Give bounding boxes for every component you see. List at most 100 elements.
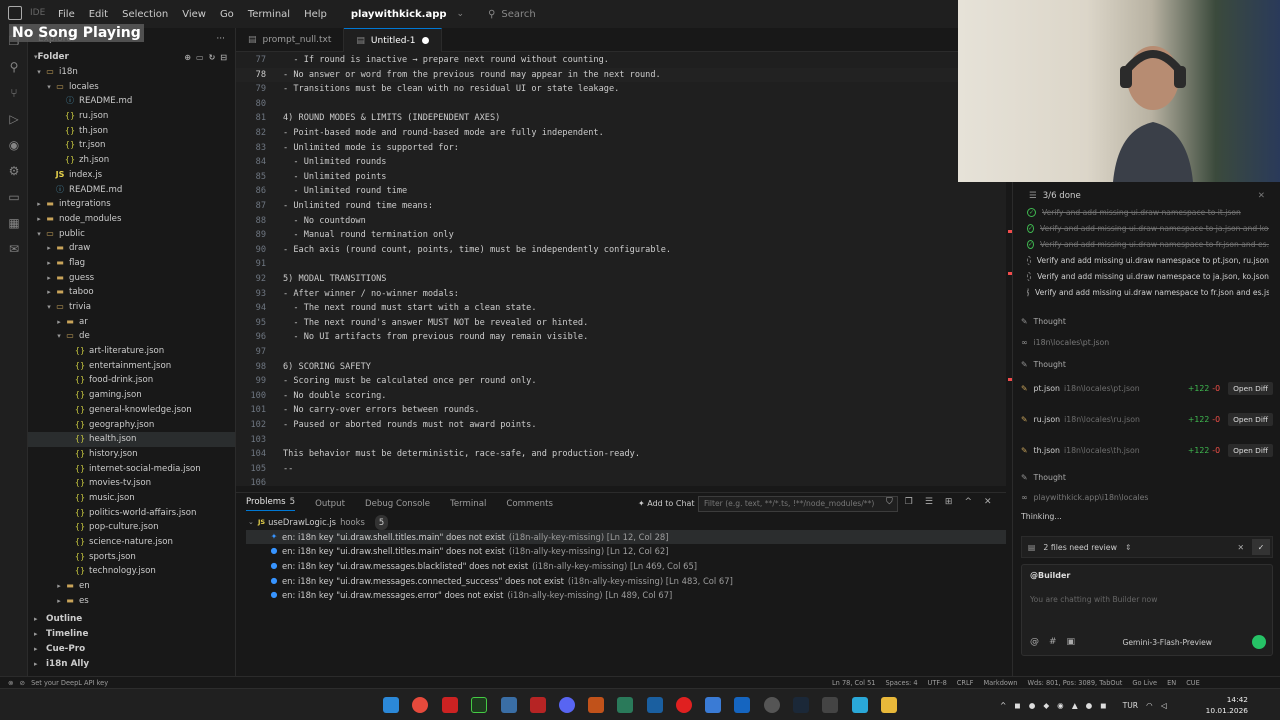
tree-file[interactable]: ⓘ README.md [28, 94, 235, 109]
tree-file[interactable]: {} entertainment.json [28, 359, 235, 374]
tree-file[interactable]: {} general-knowledge.json [28, 403, 235, 418]
status-item[interactable]: EN [1167, 679, 1176, 687]
github-icon[interactable] [764, 697, 780, 713]
todo-item[interactable]: ✓ Verify and add missing ui.draw namespac… [1023, 204, 1269, 220]
close-icon[interactable]: ✕ [1237, 543, 1244, 552]
tree-folder[interactable]: ▸ ▬ node_modules [28, 212, 235, 227]
close-icon[interactable]: ✕ [1258, 191, 1265, 201]
code-line[interactable]: 90 - Each axis (round count, points, time… [236, 243, 996, 258]
problem-row[interactable]: ● en: i18n key "ui.draw.messages.error" d… [246, 588, 1006, 603]
tree-file[interactable]: ⓘ README.md [28, 183, 235, 198]
code-line[interactable]: 98 6) SCORING SAFETY [236, 360, 996, 375]
todo-item[interactable]: ✓ Verify and add missing ui.draw namespac… [1023, 220, 1269, 236]
more-actions-icon[interactable]: ··· [216, 34, 225, 44]
problem-row[interactable]: ✦ en: i18n key "ui.draw.shell.titles.main… [246, 529, 1006, 545]
menu-help[interactable]: Help [304, 9, 327, 20]
language-indicator[interactable]: TUR [1123, 701, 1138, 710]
code-line[interactable]: 104 This behavior must be deterministic, … [236, 447, 996, 462]
tree-file[interactable]: {} science-nature.json [28, 535, 235, 550]
collapse-all-icon[interactable]: ⊟ [220, 50, 227, 65]
tree-folder[interactable]: ▸ ▬ ar [28, 315, 235, 330]
open-diff-button[interactable]: Open Diff [1228, 443, 1273, 457]
tray-app-icon[interactable]: ◼ [1014, 701, 1020, 710]
open-diff-button[interactable]: Open Diff [1228, 381, 1273, 395]
problems-filter-input[interactable]: Filter (e.g. text, **/*.ts, !**/node_mod… [698, 496, 898, 512]
section-timeline[interactable]: ▸ Timeline [28, 627, 235, 642]
problem-row[interactable]: ● en: i18n key "ui.draw.messages.blacklis… [246, 559, 1006, 574]
tree-folder[interactable]: ▸ ▬ en [28, 579, 235, 594]
code-line[interactable]: 88 - No countdown [236, 214, 996, 229]
tray-app-icon[interactable]: ● [1029, 701, 1036, 710]
tree-file[interactable]: {} ru.json [28, 109, 235, 124]
vivaldi-icon[interactable] [442, 697, 458, 713]
accept-button[interactable]: ✓ [1252, 539, 1270, 555]
tree-file[interactable]: {} politics-world-affairs.json [28, 506, 235, 521]
edge-icon[interactable] [734, 697, 750, 713]
new-folder-icon[interactable]: ▭ [196, 50, 204, 65]
status-item[interactable]: UTF-8 [928, 679, 947, 687]
hash-icon[interactable]: # [1049, 637, 1057, 647]
code-line[interactable]: 83 - Unlimited mode is supported for: [236, 141, 996, 156]
project-name[interactable]: playwithkick.app [351, 9, 447, 20]
tree-file[interactable]: {} technology.json [28, 564, 235, 579]
tree-file[interactable]: {} geography.json [28, 418, 235, 433]
todo-item[interactable]: Verify and add missing ui.draw namespace… [1023, 284, 1269, 300]
section-outline[interactable]: ▸ Outline [28, 612, 235, 627]
menu-terminal[interactable]: Terminal [248, 9, 290, 20]
illustrator-icon[interactable] [588, 697, 604, 713]
tree-folder[interactable]: ▸ ▬ taboo [28, 285, 235, 300]
thought-row[interactable]: ✎ Thought [1021, 314, 1273, 328]
code-line[interactable]: 77 - If round is inactive → prepare next… [236, 53, 996, 68]
problem-row[interactable]: ● en: i18n key "ui.draw.messages.connecte… [246, 574, 1006, 589]
terminal-icon[interactable] [471, 697, 487, 713]
extensions-icon[interactable]: ▦ [0, 210, 28, 236]
search-icon[interactable]: ⚲ [0, 54, 28, 80]
tree-folder[interactable]: ▾ ▭ public [28, 227, 235, 242]
tree-folder[interactable]: ▾ ▭ trivia [28, 300, 235, 315]
open-diff-button[interactable]: Open Diff [1228, 412, 1273, 426]
code-line[interactable]: 94 - The next round must start with a cl… [236, 301, 996, 316]
code-line[interactable]: 91 [236, 257, 996, 272]
editor-tab[interactable]: ▤ prompt_null.txt [236, 28, 345, 52]
chrome-icon[interactable] [412, 697, 428, 713]
status-item[interactable]: Go Live [1132, 679, 1157, 687]
menu-selection[interactable]: Selection [122, 9, 168, 20]
tree-folder[interactable]: ▸ ▬ es [28, 594, 235, 609]
tray-app-icon[interactable]: ◆ [1043, 701, 1049, 710]
panel-tab-terminal[interactable]: Terminal [450, 499, 486, 509]
code-line[interactable]: 106 [236, 476, 996, 486]
volume-icon[interactable]: ◁ [1161, 701, 1167, 710]
vscode-icon[interactable] [501, 697, 517, 713]
status-item[interactable]: Markdown [983, 679, 1017, 687]
record-icon[interactable] [676, 697, 692, 713]
problem-file-group[interactable]: ⌄ JS useDrawLogic.js hooks 5 [246, 515, 1006, 530]
steam-icon[interactable] [793, 697, 809, 713]
code-line[interactable]: 81 4) ROUND MODES & LIMITS (INDEPENDENT A… [236, 111, 996, 126]
code-line[interactable]: 105 -- [236, 462, 996, 477]
code-line[interactable]: 78 - No answer or word from the previous … [236, 67, 996, 83]
tree-folder[interactable]: ▾ ▭ i18n [28, 65, 235, 80]
tree-folder[interactable]: ▾ ▭ locales [28, 80, 235, 95]
tree-file[interactable]: {} food-drink.json [28, 373, 235, 388]
tree-file[interactable]: {} zh.json [28, 153, 235, 168]
source-control-icon[interactable]: ⑂ [0, 80, 28, 106]
code-line[interactable]: 84 - Unlimited rounds [236, 155, 996, 170]
code-line[interactable]: 82 - Point-based mode and round-based mod… [236, 126, 996, 141]
maximize-icon[interactable]: ^ [964, 497, 972, 507]
unsaved-dot-icon[interactable] [421, 37, 429, 44]
run-debug-icon[interactable]: ▷ [0, 106, 28, 132]
changed-file-row[interactable]: ✎ ru.json i18n\locales\ru.json +122 -0 Open D… [1021, 410, 1273, 428]
file-ref-row[interactable]: ∞ i18n\locales\pt.json [1021, 335, 1273, 349]
errors-icon[interactable]: ⊘ [20, 679, 26, 687]
menu-edit[interactable]: Edit [89, 9, 108, 20]
tree-file[interactable]: {} music.json [28, 491, 235, 506]
chat-input-box[interactable]: @Builder You are chatting with Builder n… [1021, 564, 1273, 656]
close-icon[interactable]: ✕ [984, 497, 992, 507]
status-item[interactable]: Wds: 801, Pos: 3089, TabOut [1028, 679, 1123, 687]
tree-folder[interactable]: ▸ ▬ integrations [28, 197, 235, 212]
panel-tab-output[interactable]: Output [315, 499, 345, 509]
editor-tab[interactable]: ▤ Untitled-1 [344, 28, 442, 52]
app-icon[interactable] [852, 697, 868, 713]
menu-go[interactable]: Go [220, 9, 234, 20]
list-icon[interactable]: ☰ [925, 497, 933, 507]
